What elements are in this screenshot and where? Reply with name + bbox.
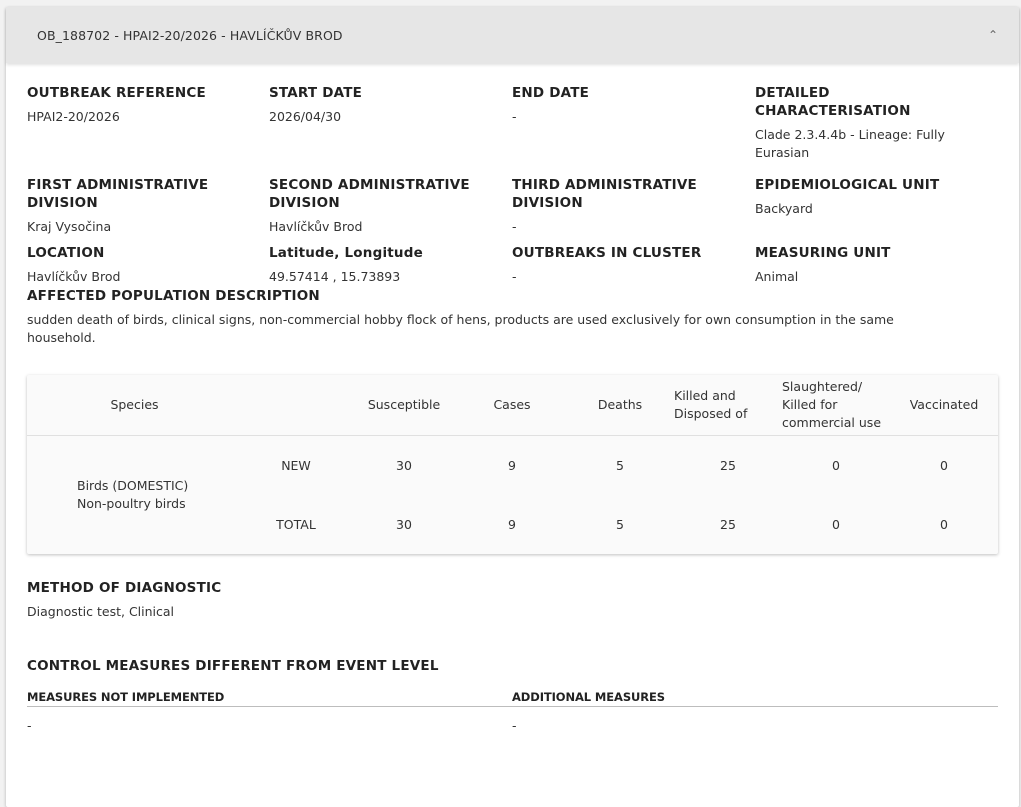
control-measures-header: MEASURES NOT IMPLEMENTED ADDITIONAL MEAS… [27, 690, 998, 707]
cell-cases: 9 [508, 517, 516, 532]
cell-vaccinated: 0 [940, 458, 948, 473]
field-label: END DATE [512, 85, 590, 101]
field-label: DETAILED CHARACTERISATION [755, 85, 911, 119]
fields-row-2: FIRST ADMINISTRATIVE DIVISION Kraj Vysoč… [27, 176, 998, 236]
table-rows: NEW 30 9 5 25 0 0 TOTAL 30 9 5 25 0 0 [242, 436, 998, 554]
field-label: EPIDEMIOLOGICAL UNIT [755, 177, 940, 193]
fields-row-3: LOCATION Havlíčkův Brod Latitude, Longit… [27, 244, 998, 286]
second-admin-field: SECOND ADMINISTRATIVE DIVISION Havlíčkův… [269, 176, 512, 236]
table-body: Birds (DOMESTIC) Non-poultry birds NEW 3… [27, 436, 998, 554]
field-label: FIRST ADMINISTRATIVE DIVISION [27, 177, 209, 211]
field-label: LOCATION [27, 245, 105, 261]
field-value: HPAI2-20/2026 [27, 109, 120, 124]
field-value: Kraj Vysočina [27, 219, 112, 234]
field-label: OUTBREAKS IN CLUSTER [512, 245, 702, 261]
field-value: Havlíčkův Brod [269, 219, 363, 234]
field-label: OUTBREAK REFERENCE [27, 85, 206, 101]
table-row: NEW 30 9 5 25 0 0 [242, 436, 998, 495]
outbreak-panel: OB_188702 - HPAI2-20/2026 - HAVLÍČKŮV BR… [6, 7, 1019, 807]
header-slaughtered: Slaughtered/ Killed for commercial use [782, 379, 882, 430]
header-susceptible: Susceptible [367, 397, 441, 412]
panel-title: OB_188702 - HPAI2-20/2026 - HAVLÍČKŮV BR… [37, 27, 343, 43]
row-type: NEW [281, 458, 311, 473]
species-name: Birds (DOMESTIC) [77, 478, 189, 493]
field-label: METHOD OF DIAGNOSTIC [27, 580, 222, 596]
location-field: LOCATION Havlíčkův Brod [27, 244, 269, 286]
cell-slaughtered: 0 [832, 517, 840, 532]
measures-not-implemented-label: MEASURES NOT IMPLEMENTED [27, 690, 225, 704]
field-value: Backyard [755, 201, 813, 216]
field-value: - [512, 109, 517, 124]
field-label: Latitude, Longitude [269, 245, 423, 261]
epi-unit-field: EPIDEMIOLOGICAL UNIT Backyard [755, 176, 998, 236]
cell-killed: 25 [720, 517, 736, 532]
panel-header[interactable]: OB_188702 - HPAI2-20/2026 - HAVLÍČKŮV BR… [6, 7, 1019, 63]
field-value: - [512, 269, 517, 284]
detailed-characterisation-field: DETAILED CHARACTERISATION Clade 2.3.4.4b… [755, 84, 998, 162]
cell-deaths: 5 [616, 458, 624, 473]
outbreaks-in-cluster-field: OUTBREAKS IN CLUSTER - [512, 244, 755, 286]
field-value: 2026/04/30 [269, 109, 342, 124]
chevron-up-icon[interactable]: ⌃ [988, 28, 998, 42]
additional-measures-label: ADDITIONAL MEASURES [512, 690, 665, 704]
header-cases: Cases [493, 397, 531, 412]
field-label: SECOND ADMINISTRATIVE DIVISION [269, 177, 470, 211]
cell-slaughtered: 0 [832, 458, 840, 473]
header-species: Species [110, 397, 159, 412]
cell-cases: 9 [508, 458, 516, 473]
cell-deaths: 5 [616, 517, 624, 532]
start-date-field: START DATE 2026/04/30 [269, 84, 512, 162]
diagnostic-field: METHOD OF DIAGNOSTIC Diagnostic test, Cl… [27, 579, 998, 621]
measuring-unit-field: MEASURING UNIT Animal [755, 244, 998, 286]
section-title: CONTROL MEASURES DIFFERENT FROM EVENT LE… [27, 658, 439, 674]
control-measures-values: - - [27, 718, 998, 733]
row-type: TOTAL [276, 517, 316, 532]
fields-row-1: OUTBREAK REFERENCE HPAI2-20/2026 START D… [27, 84, 998, 162]
measures-not-implemented-value: - [27, 718, 32, 733]
field-label: AFFECTED POPULATION DESCRIPTION [27, 288, 320, 304]
field-value: Animal [755, 269, 799, 284]
cell-killed: 25 [720, 458, 736, 473]
species-text: Birds (DOMESTIC) Non-poultry birds [27, 477, 188, 513]
cell-vaccinated: 0 [940, 517, 948, 532]
cell-susceptible: 30 [396, 458, 412, 473]
first-admin-field: FIRST ADMINISTRATIVE DIVISION Kraj Vysoč… [27, 176, 269, 236]
panel-body: OUTBREAK REFERENCE HPAI2-20/2026 START D… [6, 84, 1019, 733]
additional-measures-value: - [512, 718, 517, 733]
control-measures-section: CONTROL MEASURES DIFFERENT FROM EVENT LE… [27, 657, 998, 733]
species-table: Species Susceptible Cases Deaths Killed … [27, 375, 998, 554]
lat-long-field: Latitude, Longitude 49.57414 , 15.73893 [269, 244, 512, 286]
header-vaccinated: Vaccinated [909, 397, 979, 412]
field-value: sudden death of birds, clinical signs, n… [27, 312, 894, 345]
field-value: Havlíčkův Brod [27, 269, 121, 284]
table-row: TOTAL 30 9 5 25 0 0 [242, 495, 998, 554]
field-value: Clade 2.3.4.4b - Lineage: Fully Eurasian [755, 127, 945, 160]
field-label: MEASURING UNIT [755, 245, 891, 261]
species-subtype: Non-poultry birds [77, 496, 186, 511]
outbreak-reference-field: OUTBREAK REFERENCE HPAI2-20/2026 [27, 84, 269, 162]
species-cell: Birds (DOMESTIC) Non-poultry birds [27, 436, 242, 554]
field-value: 49.57414 , 15.73893 [269, 269, 401, 284]
field-label: THIRD ADMINISTRATIVE DIVISION [512, 177, 697, 211]
affected-population-field: AFFECTED POPULATION DESCRIPTION sudden d… [27, 287, 998, 347]
header-deaths: Deaths [597, 397, 643, 412]
field-value: - [512, 219, 517, 234]
header-killed: Killed and Disposed of [674, 388, 748, 421]
table-header: Species Susceptible Cases Deaths Killed … [27, 375, 998, 436]
end-date-field: END DATE - [512, 84, 755, 162]
field-label: START DATE [269, 85, 363, 101]
cell-susceptible: 30 [396, 517, 412, 532]
third-admin-field: THIRD ADMINISTRATIVE DIVISION - [512, 176, 755, 236]
field-value: Diagnostic test, Clinical [27, 604, 175, 619]
